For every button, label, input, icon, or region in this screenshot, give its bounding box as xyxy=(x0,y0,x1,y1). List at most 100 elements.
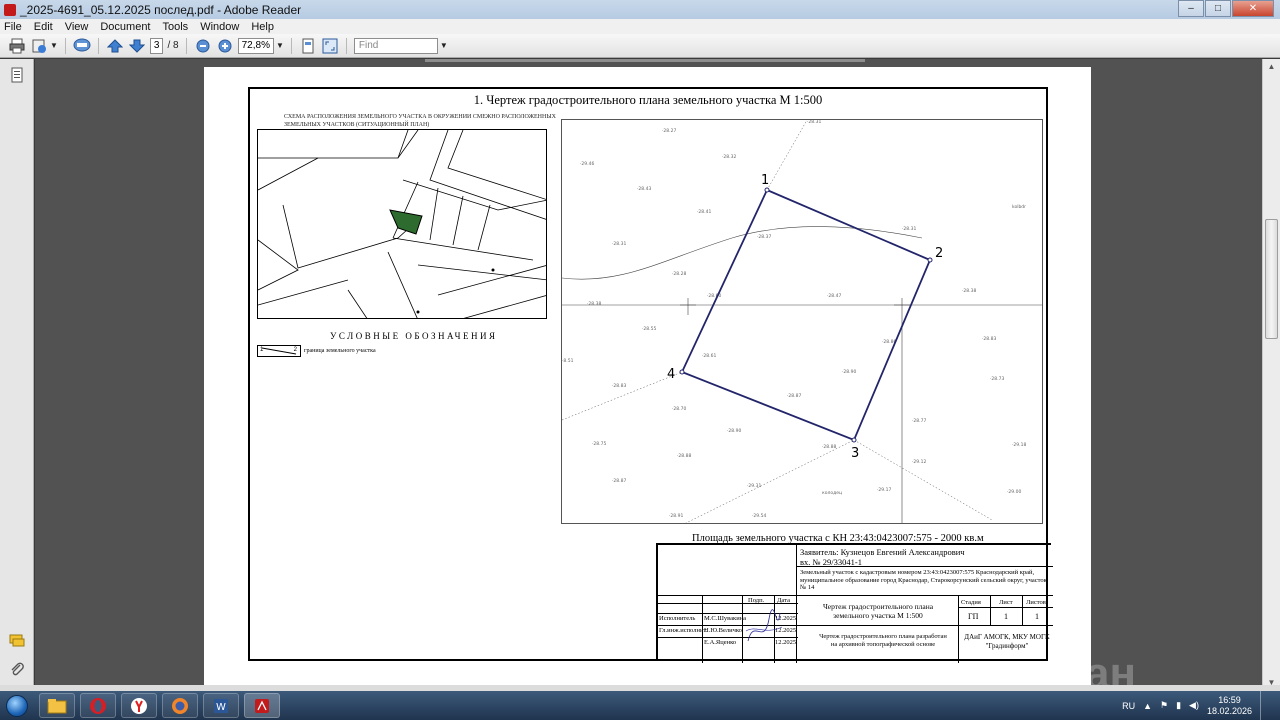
yandex-browser-icon xyxy=(131,697,147,714)
situation-caption: СХЕМА РАСПОЛОЖЕНИЯ ЗЕМЕЛЬНОГО УЧАСТКА В … xyxy=(284,114,556,128)
print-icon[interactable] xyxy=(8,37,26,55)
windows-icon xyxy=(6,694,28,717)
point-1-label: 1 xyxy=(761,173,769,188)
svg-text:·29.54: ·29.54 xyxy=(752,513,766,519)
menu-tools[interactable]: Tools xyxy=(163,21,189,33)
find-input[interactable]: Find xyxy=(353,37,438,54)
svg-text:·28.27: ·28.27 xyxy=(662,128,676,134)
clock[interactable]: 16:59 18.02.2026 xyxy=(1207,695,1252,717)
name-2: Н.Ю.Величко xyxy=(704,627,742,634)
signature-scribble xyxy=(745,609,783,642)
point-3-label: 3 xyxy=(851,446,859,461)
taskbar-firefox[interactable] xyxy=(162,693,198,718)
word-icon: W xyxy=(214,698,228,713)
scroll-up-icon[interactable]: ▲ xyxy=(1263,59,1280,75)
language-indicator[interactable]: RU xyxy=(1122,701,1135,711)
zoom-out-icon[interactable] xyxy=(194,37,212,55)
attachment-icon[interactable] xyxy=(9,661,25,677)
applicant: Заявитель: Кузнецов Евгений Александрови… xyxy=(800,547,965,557)
network-icon[interactable]: ▮ xyxy=(1176,700,1181,711)
tray-expand-icon[interactable]: ▲ xyxy=(1143,701,1152,711)
page-total: / 8 xyxy=(167,40,179,51)
sheets-value: 1 xyxy=(1035,612,1039,621)
full-screen-icon[interactable] xyxy=(321,37,339,55)
menu-window[interactable]: Window xyxy=(200,21,239,33)
svg-text:·28.61: ·28.61 xyxy=(702,353,716,359)
scroll-thumb[interactable] xyxy=(1265,219,1278,339)
sheet-header: Лист xyxy=(999,599,1013,606)
stage-header: Стадия xyxy=(961,599,981,606)
svg-text:·28.37: ·28.37 xyxy=(757,234,771,240)
taskbar: W RU ▲ ⚑ ▮ ◀) 16:59 18.02.2026 xyxy=(0,691,1280,720)
start-button[interactable] xyxy=(0,691,34,720)
svg-text:·28.41: ·28.41 xyxy=(697,209,711,215)
object-description: Земельный участок с кадастровым номером … xyxy=(800,569,1047,591)
svg-text:колодец: колодец xyxy=(822,491,842,496)
svg-text:·28.70: ·28.70 xyxy=(672,406,686,412)
svg-text:·28.77: ·28.77 xyxy=(912,418,926,424)
previous-page-edge xyxy=(425,59,865,62)
system-tray: RU ▲ ⚑ ▮ ◀) 16:59 18.02.2026 xyxy=(1122,691,1270,720)
menu-edit[interactable]: Edit xyxy=(34,21,53,33)
svg-text:·28.28: ·28.28 xyxy=(672,271,686,277)
zoom-dropdown-icon[interactable]: ▼ xyxy=(276,41,284,50)
boundary-symbol: 1 2 xyxy=(257,345,301,357)
pdf-page: 1. Чертеж градостроительного плана земел… xyxy=(204,67,1091,691)
svg-text:·28.83: ·28.83 xyxy=(982,336,996,342)
flag-icon[interactable]: ⚑ xyxy=(1160,700,1168,711)
zoom-in-icon[interactable] xyxy=(216,37,234,55)
share-icon[interactable] xyxy=(30,37,48,55)
toolbar: ▼ 3 / 8 72,8% ▼ Find ▼ xyxy=(0,34,1280,58)
previous-page-icon[interactable] xyxy=(106,37,124,55)
taskbar-adobe-reader[interactable] xyxy=(244,693,280,718)
situation-map xyxy=(257,129,547,319)
svg-text:·28.47: ·28.47 xyxy=(827,293,841,299)
drawing-sheet: 1. Чертеж градостроительного плана земел… xyxy=(248,87,1053,663)
maximize-button[interactable]: □ xyxy=(1205,0,1231,17)
svg-text:·28.38: ·28.38 xyxy=(587,301,601,307)
firefox-icon xyxy=(172,697,188,714)
svg-text:·28.31: ·28.31 xyxy=(612,241,626,247)
taskbar-word[interactable]: W xyxy=(203,693,239,718)
point-2-label: 2 xyxy=(935,246,943,261)
vertical-scrollbar[interactable]: ▲ ▼ xyxy=(1262,59,1280,691)
sheets-header: Листов xyxy=(1026,599,1046,606)
show-desktop-button[interactable] xyxy=(1260,691,1270,720)
taskbar-explorer[interactable] xyxy=(39,693,75,718)
incoming-number: вх. № 29/33041-1 xyxy=(800,557,862,567)
document-view[interactable]: 1. Чертеж градостроительного плана земел… xyxy=(35,59,1262,691)
comment-icon[interactable] xyxy=(73,37,91,55)
page-number-input[interactable]: 3 xyxy=(149,37,164,54)
opera-icon xyxy=(90,697,106,714)
adobe-reader-icon xyxy=(255,698,269,713)
comments-icon[interactable] xyxy=(9,633,25,649)
zoom-input[interactable]: 72,8% xyxy=(237,37,274,54)
volume-icon[interactable]: ◀) xyxy=(1189,700,1199,711)
close-button[interactable]: ✕ xyxy=(1232,0,1274,17)
svg-text:·28.32: ·28.32 xyxy=(722,154,736,160)
menu-view[interactable]: View xyxy=(65,21,89,33)
next-page-icon[interactable] xyxy=(128,37,146,55)
clock-date: 18.02.2026 xyxy=(1206,705,1252,716)
pages-icon[interactable] xyxy=(9,67,25,83)
menu-file[interactable]: File xyxy=(4,21,22,33)
svg-text:·28.31: ·28.31 xyxy=(902,226,916,232)
fit-page-icon[interactable] xyxy=(299,37,317,55)
svg-text:·28.91: ·28.91 xyxy=(669,513,683,519)
legend-title: УСЛОВНЫЕ ОБОЗНАЧЕНИЯ xyxy=(330,331,498,341)
share-dropdown-icon[interactable]: ▼ xyxy=(50,41,58,50)
drawing-name: Чертеж градостроительного плана земельно… xyxy=(822,602,934,620)
svg-text:W: W xyxy=(216,702,226,713)
taskbar-opera[interactable] xyxy=(80,693,116,718)
minimize-button[interactable]: – xyxy=(1178,0,1204,17)
sheet-title: 1. Чертеж градостроительного плана земел… xyxy=(473,93,823,107)
menu-help[interactable]: Help xyxy=(251,21,274,33)
find-dropdown-icon[interactable]: ▼ xyxy=(440,41,448,50)
menu-document[interactable]: Document xyxy=(100,21,150,33)
basis-note: Чертеж градостроительного плана разработ… xyxy=(819,633,947,648)
separator xyxy=(345,37,347,54)
stage-value: ГП xyxy=(968,612,979,621)
taskbar-yandex[interactable] xyxy=(121,693,157,718)
svg-text:·28.90: ·28.90 xyxy=(727,428,741,434)
window-title: _2025-4691_05.12.2025 послед.pdf - Adobe… xyxy=(20,2,302,17)
